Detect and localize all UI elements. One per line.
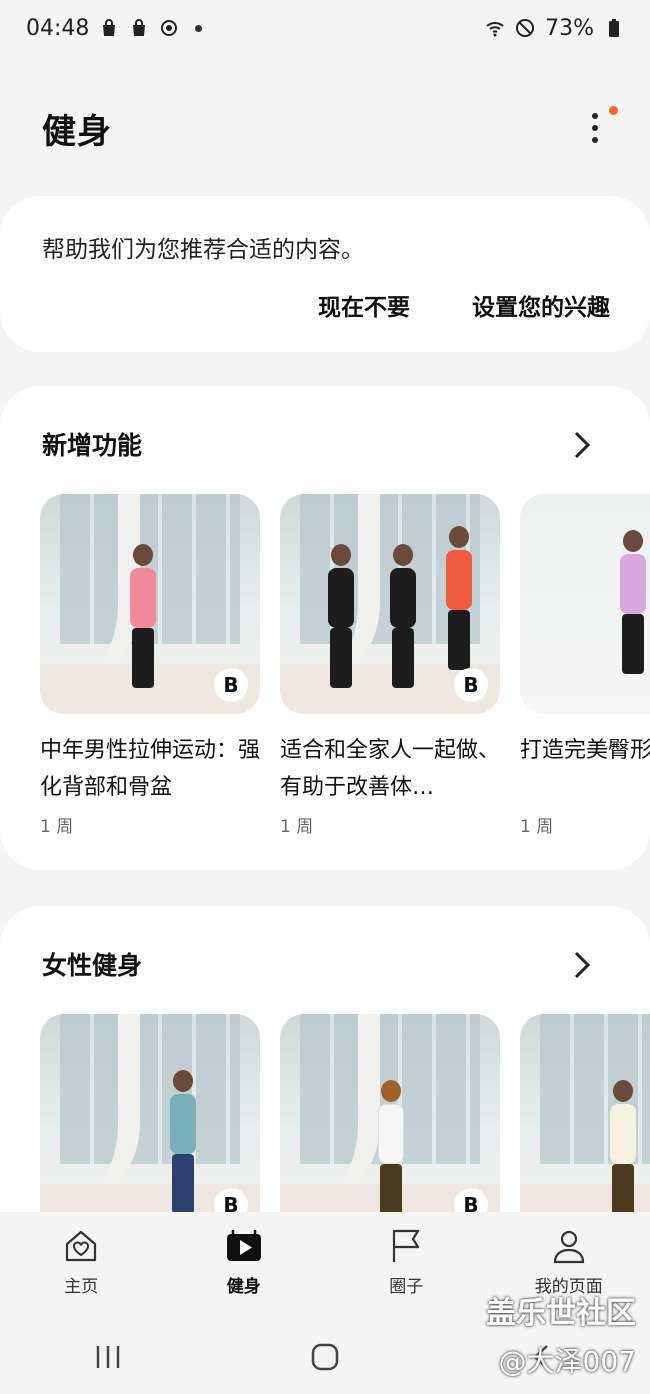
more-icon: [592, 113, 598, 119]
shopping-bag-icon: [133, 19, 146, 36]
nav-label: 圈子: [389, 1277, 424, 1297]
recommendation-card: 帮助我们为您推荐合适的内容。 现在不要 设置您的兴趣: [0, 196, 650, 352]
recommendation-actions: 现在不要 设置您的兴趣: [318, 288, 610, 322]
video-thumbnail[interactable]: B: [280, 494, 500, 714]
recommendation-text: 帮助我们为您推荐合适的内容。: [42, 237, 364, 263]
chevron-right-icon[interactable]: [572, 950, 592, 980]
watermark-line2: @大泽007: [498, 1345, 636, 1378]
tile-age: 1 周: [520, 817, 554, 837]
video-thumbnail[interactable]: [520, 494, 650, 714]
home-button[interactable]: [285, 1337, 365, 1377]
wifi-icon: [486, 22, 504, 37]
content-tile[interactable]: B 适合和全家人一起做、有助于改善体… 1 周: [280, 494, 500, 837]
content-tile[interactable]: B: [40, 1014, 260, 1216]
person-icon: [553, 1230, 584, 1264]
nav-community[interactable]: 圈子: [336, 1226, 476, 1297]
chevron-right-icon[interactable]: [572, 430, 592, 460]
trainer-figure: [328, 544, 354, 688]
status-left: 04:48: [26, 15, 203, 41]
page-title: 健身: [42, 111, 112, 152]
section-women-fitness: 女性健身 B B: [0, 906, 650, 1216]
section-new-features: 新增功能 B 中年男性拉伸运动：强化背部和骨盆 1 周 B 适合和全家人一起做、…: [0, 386, 650, 870]
tile-title: 打造完美臀形: [520, 738, 650, 763]
header: 健身: [0, 96, 650, 160]
do-not-disturb-icon: [516, 19, 535, 37]
battery-icon: [609, 19, 619, 37]
trainer-figure: [130, 544, 156, 688]
content-carousel[interactable]: B B: [40, 1014, 650, 1216]
trainer-figure: [446, 526, 472, 670]
video-thumbnail[interactable]: B: [40, 1014, 260, 1216]
watermark-line1: 盖乐世社区: [486, 1296, 636, 1331]
status-bar: 04:48 73%: [0, 0, 650, 56]
tile-title: 中年男性拉伸运动：强化背部和骨盆: [40, 738, 260, 800]
trainer-figure: [378, 1080, 404, 1216]
recent-apps-icon: [97, 1346, 120, 1368]
sync-icon: [161, 20, 178, 36]
shopping-bag-icon: [103, 19, 116, 36]
nav-my-page[interactable]: 我的页面: [499, 1226, 639, 1297]
content-tile[interactable]: 打造完美臀形 1 周: [520, 494, 650, 837]
home-circle-icon: [311, 1343, 339, 1371]
status-time: 04:48: [26, 15, 90, 41]
not-now-button[interactable]: 现在不要: [318, 288, 410, 322]
tile-title: 适合和全家人一起做、有助于改善体…: [280, 738, 500, 800]
home-heart-icon: [66, 1230, 97, 1262]
watermark: 盖乐世社区 @大泽007: [486, 1290, 636, 1386]
content-tile[interactable]: [520, 1014, 650, 1216]
tile-age: 1 周: [40, 817, 74, 837]
more-options-button[interactable]: [580, 106, 618, 148]
nav-label: 主页: [64, 1277, 99, 1297]
status-right: 73%: [485, 16, 624, 41]
nav-home[interactable]: 主页: [11, 1226, 151, 1297]
video-thumbnail[interactable]: B: [40, 494, 260, 714]
trainer-figure: [610, 1080, 636, 1216]
content-tile[interactable]: B 中年男性拉伸运动：强化背部和骨盆 1 周: [40, 494, 260, 837]
recent-apps-button[interactable]: [68, 1337, 148, 1377]
section-title[interactable]: 女性健身: [42, 946, 142, 982]
nav-label: 健身: [226, 1277, 261, 1297]
content-tile[interactable]: B: [280, 1014, 500, 1216]
brand-badge: B: [454, 668, 488, 702]
more-icon-dot: [592, 137, 598, 143]
more-notifications-dot: [195, 24, 203, 32]
set-interests-button[interactable]: 设置您的兴趣: [472, 288, 610, 322]
trainer-figure: [170, 1070, 196, 1214]
section-title[interactable]: 新增功能: [42, 426, 142, 462]
notification-dot: [609, 106, 618, 115]
content-carousel[interactable]: B 中年男性拉伸运动：强化背部和骨盆 1 周 B 适合和全家人一起做、有助于改善…: [40, 494, 650, 837]
tile-age: 1 周: [280, 817, 314, 837]
video-thumbnail[interactable]: B: [280, 1014, 500, 1216]
video-thumbnail[interactable]: [520, 1014, 650, 1216]
trainer-figure: [390, 544, 416, 688]
more-icon-dot: [592, 125, 598, 131]
nav-fitness[interactable]: 健身: [174, 1226, 314, 1297]
flag-icon: [393, 1229, 420, 1262]
brand-badge: B: [214, 668, 248, 702]
trainer-figure: [620, 530, 646, 674]
battery-percent: 73%: [545, 15, 594, 41]
play-icon: [226, 1230, 261, 1261]
